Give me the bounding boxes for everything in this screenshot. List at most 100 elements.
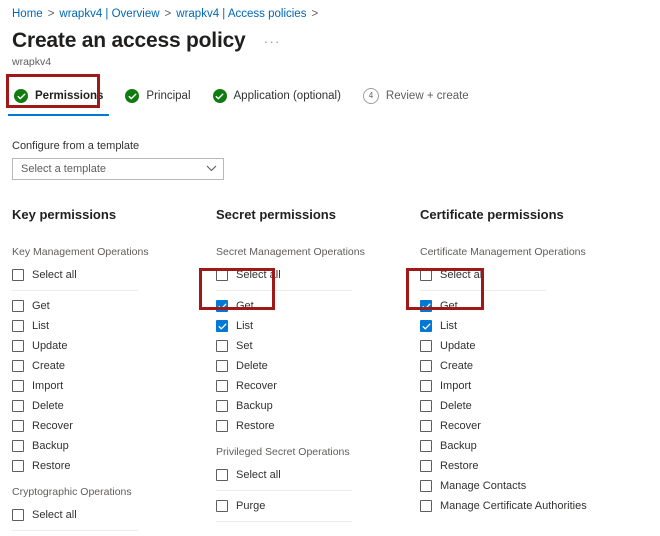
checkbox-checked-icon [216, 300, 228, 312]
checkbox-unchecked-icon [420, 400, 432, 412]
checkbox-unchecked-icon [216, 269, 228, 281]
checkbox-label: Select all [32, 509, 77, 521]
configure-from-template-section: Configure from a template Select a templ… [0, 117, 660, 180]
checkbox-unchecked-icon [420, 440, 432, 452]
checkbox-key-key-management-operations-import[interactable]: Import [12, 376, 216, 396]
template-label: Configure from a template [12, 140, 140, 152]
checkbox-secret-secret-management-operations-recover[interactable]: Recover [216, 376, 420, 396]
checkbox-certificate-certificate-management-operations-manage-certificate-authorities[interactable]: Manage Certificate Authorities [420, 496, 624, 516]
checkbox-unchecked-icon [12, 320, 24, 332]
breadcrumb-item-2[interactable]: wrapkv4 | Access policies [176, 8, 306, 20]
checkbox-secret-secret-management-operations-get[interactable]: Get [216, 296, 420, 316]
checkbox-unchecked-icon [12, 400, 24, 412]
checkbox-key-key-management-operations-get[interactable]: Get [12, 296, 216, 316]
checkbox-secret-secret-management-operations-set[interactable]: Set [216, 336, 420, 356]
checkbox-certificate-certificate-management-operations-get[interactable]: Get [420, 296, 624, 316]
checkbox-unchecked-icon [420, 420, 432, 432]
wizard-step-review-create[interactable]: 4 Review + create [362, 83, 469, 109]
page-subtitle: wrapkv4 [12, 56, 52, 68]
wizard-step-label: Application (optional) [233, 90, 341, 102]
group-label-cryptographic-operations: Cryptographic Operations [12, 486, 132, 498]
wizard-steps: Permissions Principal Application (optiona… [0, 69, 660, 117]
checkbox-unchecked-icon [420, 500, 432, 512]
checkbox-certificate-certificate-management-operations-select-all[interactable]: Select all [420, 265, 624, 285]
checkbox-label: Backup [32, 440, 69, 452]
checkbox-label: Select all [440, 269, 485, 281]
checkbox-certificate-certificate-management-operations-update[interactable]: Update [420, 336, 624, 356]
checkbox-key-key-management-operations-create[interactable]: Create [12, 356, 216, 376]
page-header: Create an access policy ··· [0, 22, 660, 54]
checkbox-key-key-management-operations-select-all[interactable]: Select all [12, 265, 216, 285]
column-title: Secret permissions [216, 207, 336, 222]
checkbox-unchecked-icon [216, 400, 228, 412]
checkbox-certificate-certificate-management-operations-recover[interactable]: Recover [420, 416, 624, 436]
checkbox-secret-secret-management-operations-backup[interactable]: Backup [216, 396, 420, 416]
permissions-columns: Key permissions Key Management Operations… [0, 180, 660, 536]
column-title: Certificate permissions [420, 207, 564, 222]
checkbox-unchecked-icon [12, 360, 24, 372]
checkbox-label: Update [440, 340, 476, 352]
checkbox-key-key-management-operations-list[interactable]: List [12, 316, 216, 336]
checkbox-label: Update [32, 340, 68, 352]
group-label-secret-management-operations: Secret Management Operations [216, 246, 365, 258]
wizard-step-label: Principal [146, 90, 191, 102]
checkbox-certificate-certificate-management-operations-restore[interactable]: Restore [420, 456, 624, 476]
checkbox-label: Manage Contacts [440, 480, 527, 492]
divider [12, 530, 138, 531]
checkbox-key-key-management-operations-backup[interactable]: Backup [12, 436, 216, 456]
checkbox-label: Restore [440, 460, 479, 472]
checkbox-label: Recover [32, 420, 73, 432]
checkbox-key-key-management-operations-recover[interactable]: Recover [12, 416, 216, 436]
checkbox-certificate-certificate-management-operations-backup[interactable]: Backup [420, 436, 624, 456]
checkbox-certificate-certificate-management-operations-list[interactable]: List [420, 316, 624, 336]
checkbox-unchecked-icon [216, 380, 228, 392]
checkbox-label: List [236, 320, 254, 332]
wizard-step-application-optional[interactable]: Application (optional) [212, 83, 341, 109]
checkbox-label: Delete [440, 400, 472, 412]
breadcrumb-item-0[interactable]: Home [12, 8, 43, 20]
checkbox-label: List [32, 320, 50, 332]
checkbox-label: Create [32, 360, 66, 372]
checkbox-secret-secret-management-operations-list[interactable]: List [216, 316, 420, 336]
checkbox-label: Select all [236, 269, 281, 281]
breadcrumb-item-1[interactable]: wrapkv4 | Overview [59, 8, 159, 20]
checkbox-secret-privileged-secret-operations-select-all[interactable]: Select all [216, 465, 420, 485]
checkbox-unchecked-icon [12, 420, 24, 432]
template-select[interactable]: Select a template [12, 158, 224, 180]
wizard-step-principal[interactable]: Principal [125, 83, 191, 109]
checkbox-certificate-certificate-management-operations-create[interactable]: Create [420, 356, 624, 376]
checkbox-unchecked-icon [216, 420, 228, 432]
checkbox-label: Backup [440, 440, 477, 452]
checkbox-label: Import [32, 380, 64, 392]
divider [216, 490, 352, 491]
checkbox-certificate-certificate-management-operations-import[interactable]: Import [420, 376, 624, 396]
checkbox-label: Set [236, 340, 253, 352]
checkbox-unchecked-icon [12, 340, 24, 352]
checkbox-key-cryptographic-operations-select-all[interactable]: Select all [12, 505, 216, 525]
checkbox-secret-secret-management-operations-delete[interactable]: Delete [216, 356, 420, 376]
checkbox-secret-secret-management-operations-select-all[interactable]: Select all [216, 265, 420, 285]
checkbox-certificate-certificate-management-operations-manage-contacts[interactable]: Manage Contacts [420, 476, 624, 496]
checkbox-label: Get [236, 300, 254, 312]
breadcrumb-separator: > [47, 8, 55, 20]
wizard-step-permissions[interactable]: Permissions [8, 83, 110, 116]
checkbox-key-key-management-operations-update[interactable]: Update [12, 336, 216, 356]
more-options-icon[interactable]: ··· [260, 32, 285, 50]
page-title: Create an access policy [12, 29, 246, 52]
checkbox-secret-secret-management-operations-restore[interactable]: Restore [216, 416, 420, 436]
active-step-underline [8, 114, 110, 116]
checkbox-certificate-certificate-management-operations-delete[interactable]: Delete [420, 396, 624, 416]
checkbox-label: Manage Certificate Authorities [440, 500, 587, 512]
checkbox-unchecked-icon [420, 380, 432, 392]
step-complete-check-icon [14, 89, 28, 103]
breadcrumb-separator: > [311, 8, 319, 20]
checkbox-secret-privileged-secret-operations-purge[interactable]: Purge [216, 496, 420, 516]
breadcrumb: Home > wrapkv4 | Overview > wrapkv4 | Access… [0, 0, 660, 22]
checkbox-key-key-management-operations-restore[interactable]: Restore [12, 456, 216, 476]
checkbox-checked-icon [420, 320, 432, 332]
permissions-column-certificate: Certificate permissions Certificate Manag… [420, 206, 624, 536]
checkbox-label: Restore [32, 460, 71, 472]
checkbox-key-key-management-operations-delete[interactable]: Delete [12, 396, 216, 416]
